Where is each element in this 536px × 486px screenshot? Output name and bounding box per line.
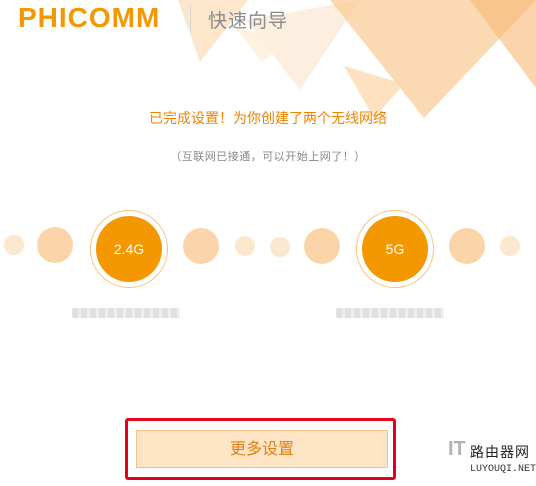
decor-dot [270,237,290,257]
band-5g-indicator: 5G [356,210,434,288]
decor-dot [235,236,255,256]
band-24g-indicator: 2.4G [90,210,168,288]
site-watermark: IT 路由器网 LUYOUQI.NET [448,434,536,482]
header: PHICOMM 快速向导 [0,0,536,44]
band-5g-label: 5G [362,216,428,282]
band-24g-label: 2.4G [96,216,162,282]
page-title: 快速向导 [208,10,289,32]
decor-dot [500,236,520,256]
decor-dot [304,228,340,264]
decor-dot [449,228,485,264]
decor-dot [183,228,219,264]
more-settings-button[interactable]: 更多设置 [136,430,388,468]
completion-message: 已完成设置！为你创建了两个无线网络 [149,111,387,127]
ssid-5g-blurred [336,308,444,318]
ssid-24g-blurred [72,308,180,318]
phicomm-logo: PHICOMM [18,2,161,33]
internet-status-message: （互联网已接通，可以开始上网了！） [170,150,366,163]
header-divider [190,5,191,31]
decor-dot [4,235,24,255]
watermark-name: 路由器网 [470,445,530,461]
watermark-url: LUYOUQI.NET [470,464,536,475]
watermark-brand: IT [448,438,466,460]
decor-dot [37,227,73,263]
